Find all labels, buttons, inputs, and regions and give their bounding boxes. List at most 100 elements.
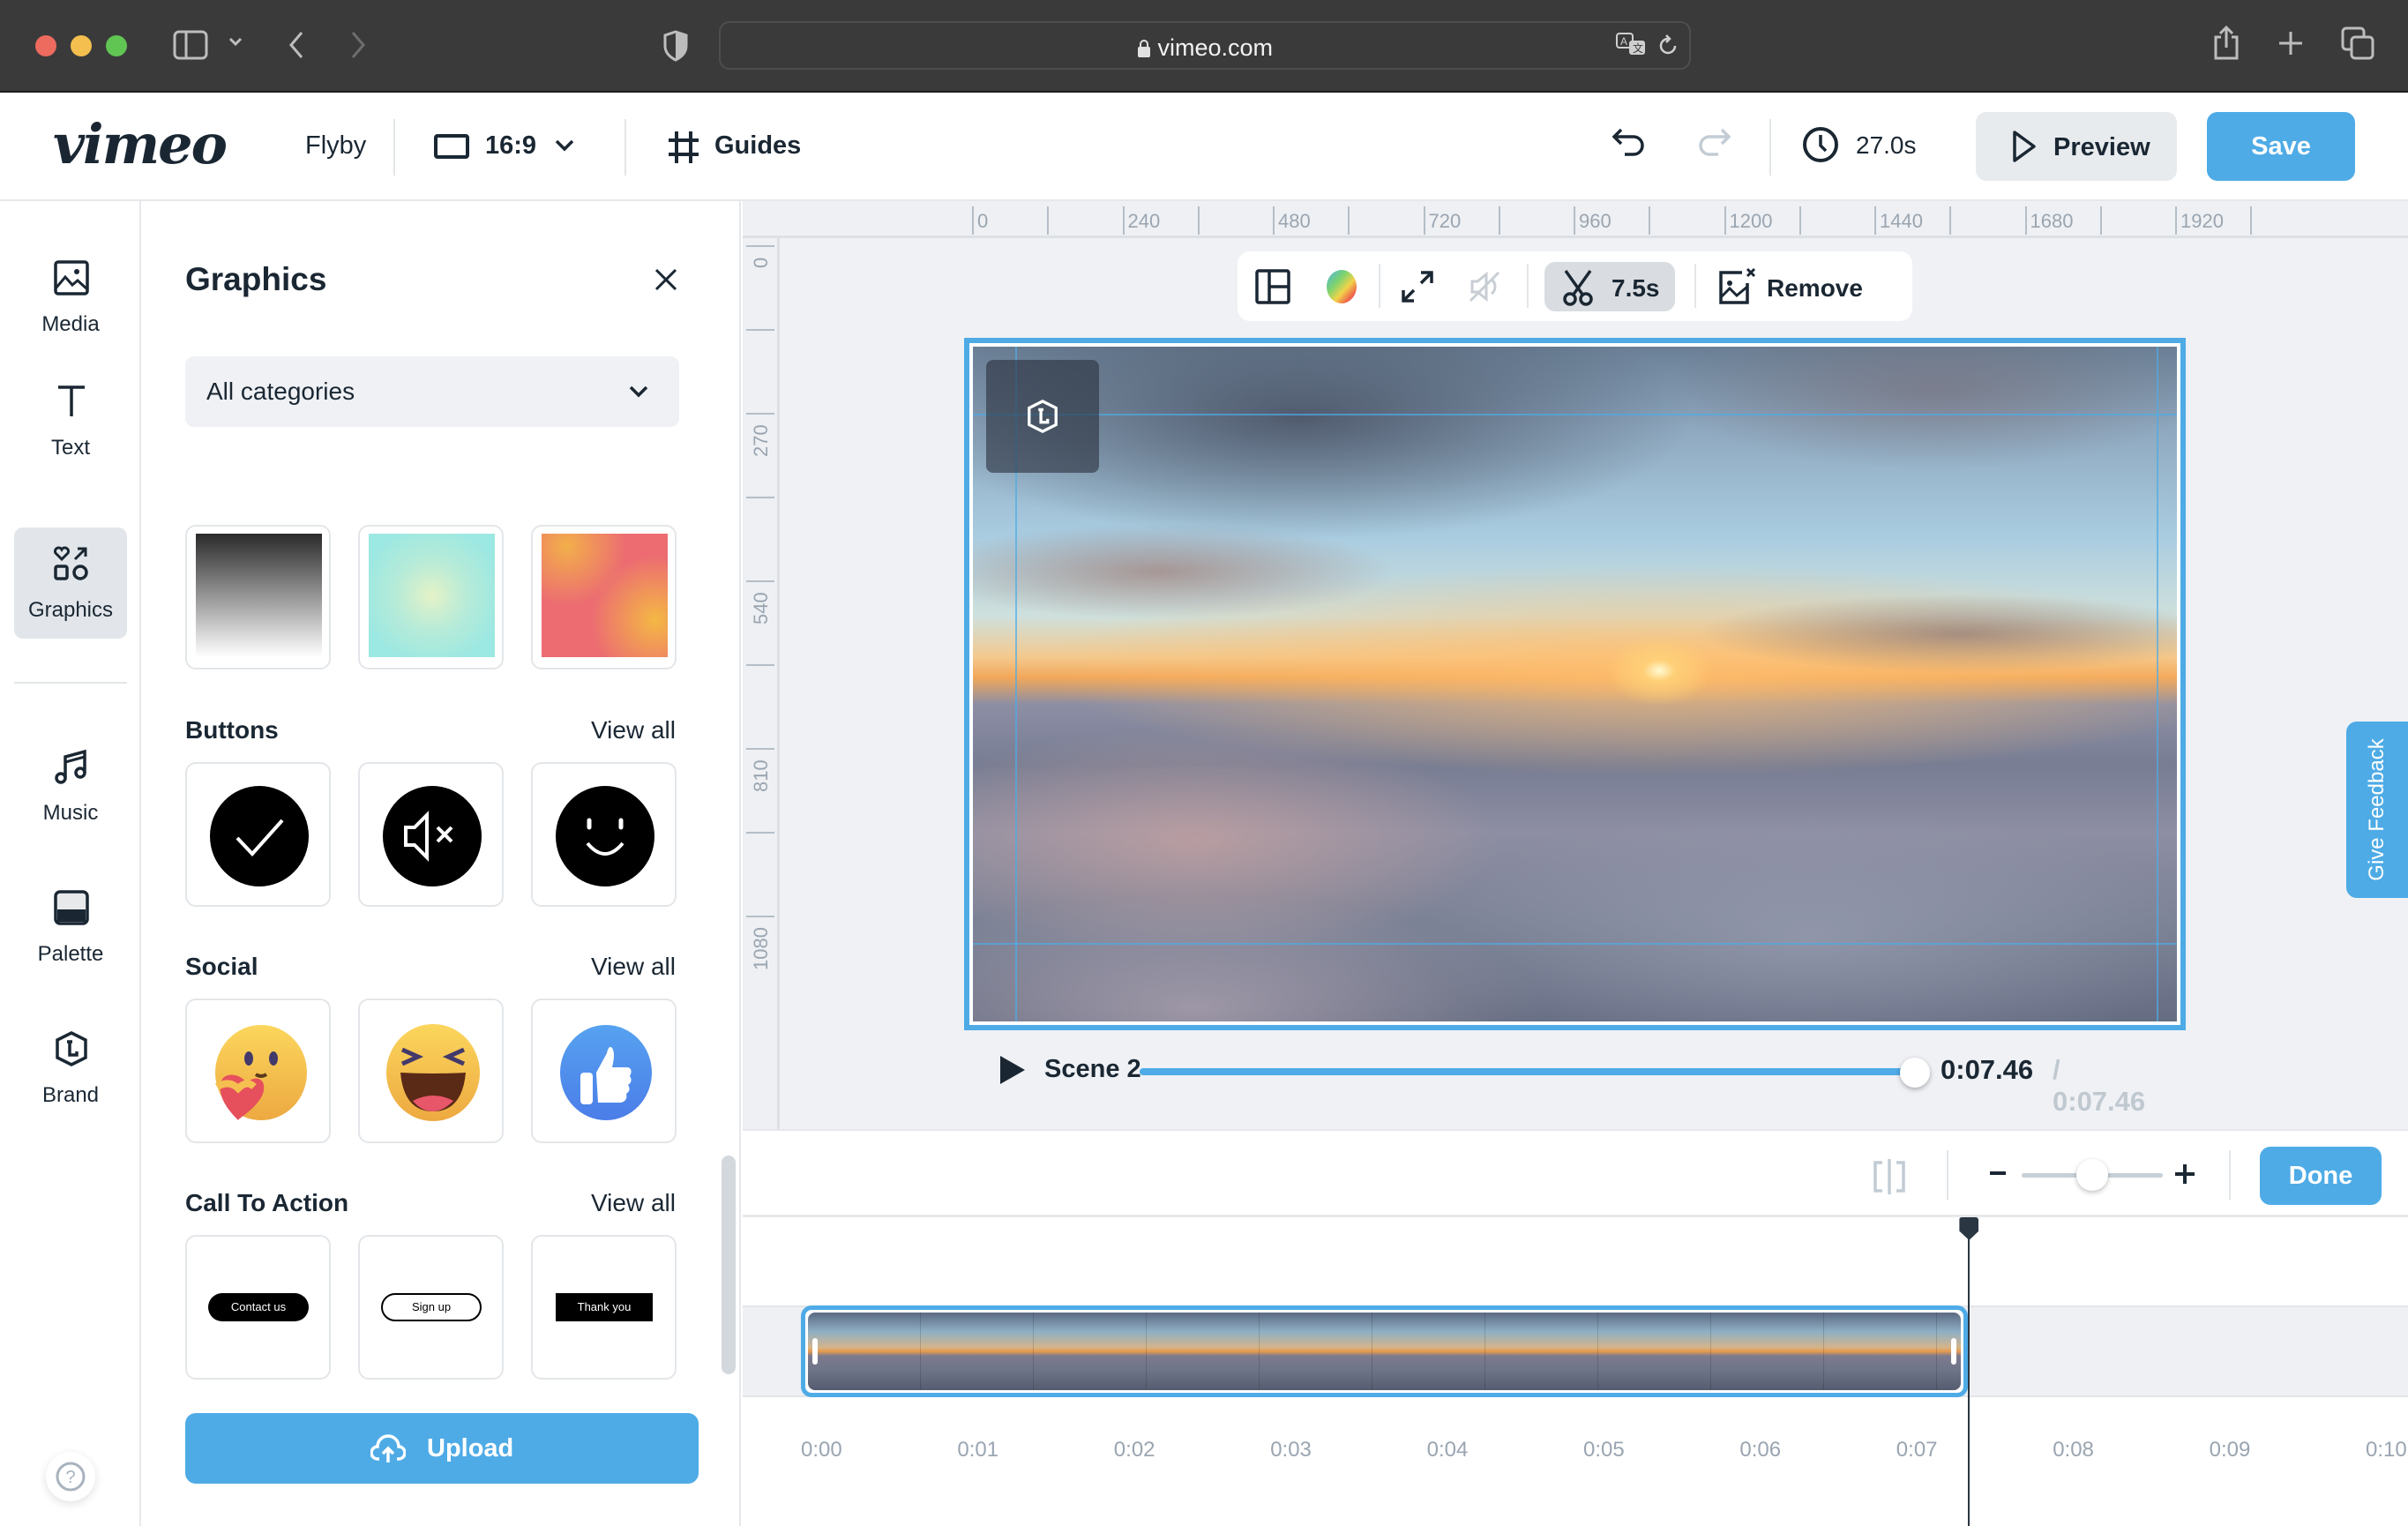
close-panel-button[interactable] bbox=[651, 265, 681, 295]
close-icon bbox=[651, 268, 681, 298]
give-feedback-tab[interactable]: Give Feedback bbox=[2346, 722, 2408, 898]
graphic-tile-thumbs-up[interactable] bbox=[531, 999, 677, 1143]
tabs-overview-icon[interactable] bbox=[2341, 26, 2374, 64]
save-button[interactable]: Save bbox=[2207, 112, 2355, 181]
category-select[interactable]: All categories bbox=[185, 356, 679, 427]
split-button[interactable] bbox=[1872, 1157, 1907, 1201]
time-label: 0:04 bbox=[1426, 1438, 1469, 1462]
vimeo-logo[interactable]: vimeo bbox=[53, 112, 228, 176]
sidebar-toggle-icon[interactable] bbox=[173, 30, 208, 64]
graphic-tile-sign-up[interactable]: Sign up bbox=[358, 1235, 504, 1380]
fit-expand-button[interactable] bbox=[1396, 262, 1439, 311]
rail-label: Brand bbox=[41, 1083, 100, 1107]
ruler-label: 1680 bbox=[2030, 210, 2074, 232]
help-button[interactable]: ? bbox=[46, 1452, 95, 1501]
ruler-label: 480 bbox=[1278, 210, 1311, 232]
clip-frame-thumbnail bbox=[1034, 1313, 1147, 1390]
divider bbox=[1947, 1150, 1948, 1200]
brand-logo-placeholder[interactable] bbox=[986, 360, 1099, 473]
duration-label: 27.0s bbox=[1856, 131, 1917, 159]
canvas-area: 0 240 480 720 960 1200 1440 1680 1920 0 270 540 810… bbox=[743, 201, 2408, 1129]
rail-item-text[interactable]: Text bbox=[14, 365, 127, 476]
cta-thank-you: Thank you bbox=[556, 1293, 653, 1321]
view-all-cta-link[interactable]: View all bbox=[591, 1189, 676, 1217]
close-window-button[interactable] bbox=[35, 35, 56, 56]
rail-item-music[interactable]: Music bbox=[14, 730, 127, 842]
ruler-tick bbox=[2250, 206, 2253, 235]
timeline: 0:00 0:01 0:02 0:03 0:04 0:05 0:06 0:07 0:08 0:09… bbox=[743, 1217, 2408, 1526]
time-label: 0:10 bbox=[2366, 1438, 2407, 1462]
ruler-label: 270 bbox=[750, 424, 772, 457]
clip-trim-handle-right[interactable] bbox=[1951, 1338, 1957, 1365]
project-name[interactable]: Flyby bbox=[305, 131, 366, 161]
forward-icon[interactable] bbox=[348, 30, 368, 64]
rail-item-brand[interactable]: Brand bbox=[14, 1013, 127, 1124]
undo-button[interactable] bbox=[1611, 124, 1648, 166]
graphic-tile-check-button[interactable] bbox=[185, 762, 331, 907]
playhead[interactable] bbox=[1959, 1217, 1979, 1526]
zoom-out-button[interactable] bbox=[1988, 1163, 2009, 1188]
play-outline-icon bbox=[2011, 130, 2038, 168]
back-icon[interactable] bbox=[287, 30, 306, 64]
minimize-window-button[interactable] bbox=[71, 35, 92, 56]
view-all-buttons-link[interactable]: View all bbox=[591, 716, 676, 744]
graphic-tile-contact-us[interactable]: Contact us bbox=[185, 1235, 331, 1380]
toolbar-divider bbox=[1379, 264, 1380, 308]
view-all-social-link[interactable]: View all bbox=[591, 953, 676, 981]
reload-icon[interactable] bbox=[1657, 34, 1679, 63]
sunset-gradient-swatch bbox=[542, 534, 668, 657]
video-clip[interactable] bbox=[801, 1305, 1969, 1397]
background-tile-mint-gradient[interactable] bbox=[358, 525, 504, 669]
ruler-tick bbox=[1724, 206, 1726, 235]
new-tab-icon[interactable] bbox=[2277, 30, 2304, 61]
redo-button[interactable] bbox=[1695, 124, 1732, 166]
graphic-tile-laugh-emoji[interactable] bbox=[358, 999, 504, 1143]
chevron-down-icon[interactable] bbox=[228, 35, 243, 52]
rail-label: Palette bbox=[37, 942, 104, 966]
trim-duration-label: 7.5s bbox=[1612, 274, 1660, 302]
layout-button[interactable] bbox=[1252, 262, 1294, 311]
maximize-window-button[interactable] bbox=[106, 35, 127, 56]
upload-button[interactable]: Upload bbox=[185, 1413, 699, 1484]
shield-icon[interactable] bbox=[663, 30, 688, 66]
trim-button[interactable]: 7.5s bbox=[1544, 262, 1675, 311]
done-button[interactable]: Done bbox=[2260, 1147, 2382, 1205]
video-preview-frame[interactable] bbox=[964, 338, 2186, 1030]
remove-media-button[interactable]: Remove bbox=[1714, 262, 1899, 311]
background-tile-sunset-gradient[interactable] bbox=[531, 525, 677, 669]
rail-item-graphics[interactable]: Graphics bbox=[14, 527, 127, 639]
check-circle-icon bbox=[208, 785, 310, 892]
graphic-tile-care-emoji[interactable] bbox=[185, 999, 331, 1143]
rail-item-palette[interactable]: Palette bbox=[14, 871, 127, 983]
preview-button[interactable]: Preview bbox=[1976, 112, 2177, 181]
zoom-slider-handle[interactable] bbox=[2076, 1159, 2108, 1191]
section-title-call-to-action: Call To Action bbox=[185, 1189, 349, 1216]
scrubber-handle[interactable] bbox=[1900, 1058, 1930, 1088]
brand-icon bbox=[1025, 399, 1060, 438]
scene-scrubber[interactable] bbox=[1140, 1068, 1916, 1075]
safe-area-guide bbox=[973, 943, 2177, 945]
clip-frame-thumbnail bbox=[1372, 1313, 1485, 1390]
translate-icon[interactable]: A文 bbox=[1615, 32, 1647, 64]
time-label: 0:08 bbox=[2053, 1438, 2094, 1462]
clip-frame-thumbnail bbox=[1485, 1313, 1598, 1390]
zoom-in-button[interactable] bbox=[2173, 1163, 2196, 1190]
time-label: 0:03 bbox=[1270, 1438, 1312, 1462]
graphic-tile-thank-you[interactable]: Thank you bbox=[531, 1235, 677, 1380]
play-button[interactable] bbox=[998, 1054, 1027, 1090]
rail-item-media[interactable]: Media bbox=[14, 242, 127, 353]
ruler-tick bbox=[746, 497, 774, 498]
background-tile-gray-gradient[interactable] bbox=[185, 525, 331, 669]
url-text: vimeo.com bbox=[721, 34, 1689, 62]
address-bar[interactable]: vimeo.com A文 bbox=[719, 21, 1691, 70]
graphic-tile-mute-button[interactable] bbox=[358, 762, 504, 907]
playhead-handle[interactable] bbox=[1959, 1217, 1979, 1240]
canvas-toolbar: 7.5s Remove bbox=[1238, 251, 1912, 321]
clip-trim-handle-left[interactable] bbox=[812, 1338, 818, 1365]
panel-scrollbar[interactable] bbox=[722, 1156, 736, 1374]
color-filter-button[interactable] bbox=[1320, 262, 1363, 311]
mute-audio-button[interactable] bbox=[1463, 262, 1506, 311]
graphics-panel: Graphics All categories Buttons View all bbox=[141, 201, 741, 1526]
graphic-tile-smile-button[interactable] bbox=[531, 762, 677, 907]
share-icon[interactable] bbox=[2212, 25, 2240, 66]
